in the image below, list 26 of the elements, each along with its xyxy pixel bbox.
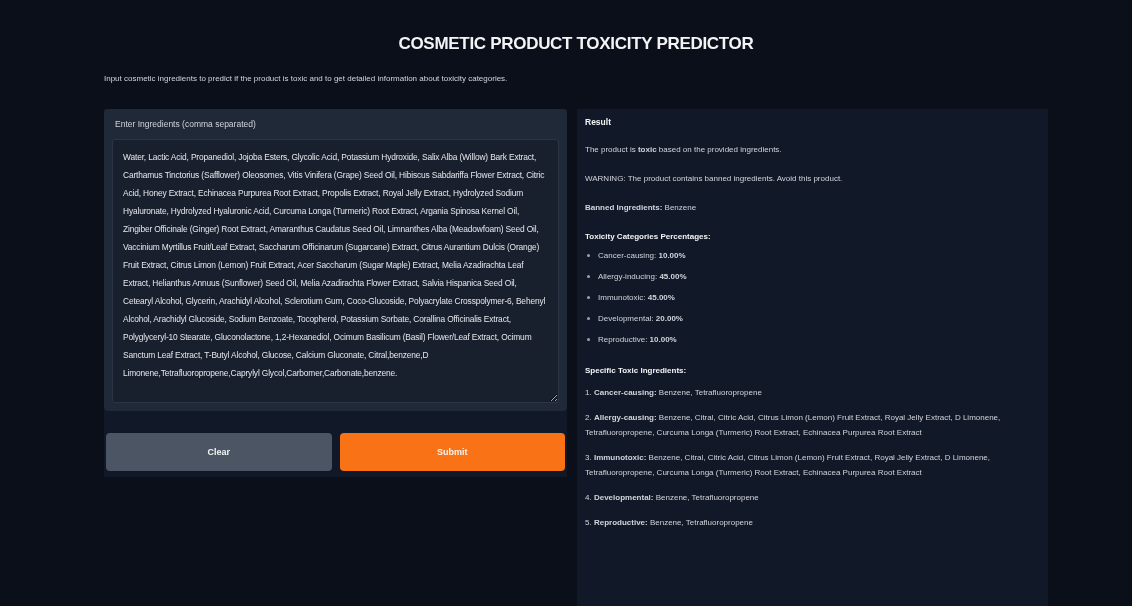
percentage-text: Reproductive: 10.00% [598,335,677,344]
section-heading: Specific Toxic Ingredients: [585,366,687,375]
warning-text: WARNING: The product contains banned ingredients. Avoid this product. [585,174,843,183]
description: Input cosmetic ingredients to predict if the product is toxic and to get detailed information about toxicity categories. [104,74,509,83]
banned-text: Banned Ingredients: Benzene [585,203,697,212]
toxic-ingredient-text: 4. Developmental: Benzene, Tetrafluoropropene [585,492,759,504]
percentage-text: Allergy-inducing: 45.00% [598,272,687,281]
field-label: Enter Ingredients (comma separated) [115,119,257,129]
toxic-ingredient-text: 3. Immunotoxic: Benzene, Citral, Citric Acid, Citrus Limon (Lemon) Fruit Extract, Royal Jelly Extract, D Limonene, Tetrafluoropropene, Curcuma Longa (Turmeric) Root Extract, Echinacea Purpurea Root Extract [585,452,992,479]
percentage-text: Immunotoxic: 45.00% [598,293,675,302]
bullet-icon [587,296,590,299]
bullet-icon [587,338,590,341]
percentage-text: Developmental: 20.00% [598,314,683,323]
toxic-ingredient-text: 2. Allergy-causing: Benzene, Citral, Citric Acid, Citrus Limon (Lemon) Fruit Extract, Royal Jelly Extract, D Limonene, Tetrafluoropropene, Curcuma Longa (Turmeric) Root Extract, Echinacea Purpurea Root Extract [585,412,1002,439]
bullet-icon [587,317,590,320]
result-text: The product is toxic based on the provided ingredients. [585,145,782,154]
toxic-ingredient-text: 5. Reproductive: Benzene, Tetrafluoropropene [585,517,753,529]
bullet-icon [587,254,590,257]
result-label: Result [585,117,611,127]
page-title: COSMETIC PRODUCT TOXICITY PREDICTOR [397,33,755,54]
clear-button[interactable]: Clear [106,433,332,471]
section-heading: Toxicity Categories Percentages: [585,232,711,241]
ingredients-field[interactable]: Water, Lactic Acid, Propanediol, Jojoba Esters, Glycolic Acid, Potassium Hydroxide, Salix Alba (Willow) Bark Extract, Carthamus Tinctorius (Safflower) Oleosomes, Vitis Vinifera (Grape) Seed Oil, Hibiscus Sabdariffa Flower Extract, Citric Acid, Honey Extract, Echinacea Purpurea Root Extract, Propolis Extract, Royal Jelly Extract, Hydrolyzed Sodium Hyaluronate, Hydrolyzed Hyaluronic Acid, Curcuma Longa (Turmeric) Root Extract, Argania Spinosa Kernel Oil, Zingiber Officinale (Ginger) Root Extract, Amaranthus Caudatus Seed Oil, Limnanthes Alba (Meadowfoam) Seed Oil, Vaccinium Myrtillus Fruit/Leaf Extract, Saccharum Officinarum (Sugarcane) Extract, Citrus Aurantium Dulcis (Orange) Fruit Extract, Citrus Limon (Lemon) Fruit Extract, Acer Saccharum (Sugar Maple) Extract, Melia Azadirachta Leaf Extract, Helianthus Annuus (Sunflower) Seed Oil, Melia Azadirachta Flower Extract, Salvia Hispanica Seed Oil, Cetearyl Alcohol, Glycerin, Arachidyl Alcohol, Sclerotium Gum, Coco-Glucoside, Polyacrylate Crosspolymer-6, Behenyl Alcohol, Arachidyl Glucoside, Sodium Benzoate, Tocopherol, Potassium Sorbate, Corallina Officinalis Extract, Polyglyceryl-10 Stearate, Gluconolactone, 1,2-Hexanediol, Ocimum Basilicum (Basil) Flower/Leaf Extract, Ocimum Sanctum Leaf Extract, T-Butyl Alcohol, Glucose, Calcium Gluconate, Citral,benzene,D Limonene,Tetrafluoropropene,Caprylyl Glycol,Carbomer,Carbonate,benzene. [112,139,559,403]
percentage-text: Cancer-causing: 10.00% [598,251,686,260]
toxic-ingredient-text: 1. Cancer-causing: Benzene, Tetrafluoropropene [585,387,762,399]
bullet-icon [587,275,590,278]
